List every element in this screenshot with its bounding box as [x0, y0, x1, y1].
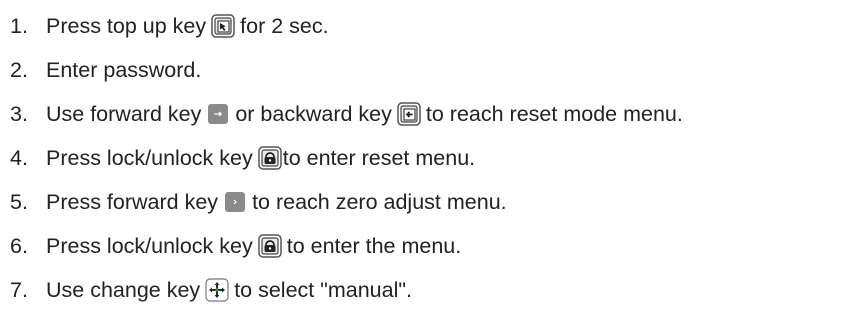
- change-key-icon: [205, 278, 229, 302]
- step-number: 4.: [10, 146, 28, 170]
- forward-key-icon: [223, 190, 247, 214]
- step-text: Press top up key: [46, 14, 207, 38]
- step-text: Press forward key: [46, 190, 219, 214]
- step-number: 3.: [10, 102, 28, 126]
- step-2: 2. Enter password.: [10, 56, 201, 84]
- step-1: 1. Press top up key for 2 sec.: [10, 12, 329, 40]
- lock-unlock-key-icon: [257, 234, 282, 258]
- step-number: 1.: [10, 14, 28, 38]
- step-number: 7.: [10, 278, 28, 302]
- step-text: to reach reset mode menu.: [425, 102, 683, 126]
- step-4: 4. Press lock/unlock key to enter reset …: [10, 144, 475, 172]
- step-number: 2.: [10, 58, 28, 82]
- step-text: to enter the menu.: [286, 234, 462, 258]
- step-text: Use forward key: [46, 102, 202, 126]
- step-5: 5. Press forward key to reach zero adjus…: [10, 188, 507, 216]
- step-text: for 2 sec.: [240, 14, 329, 38]
- lock-unlock-key-icon: [257, 146, 282, 170]
- step-text: Use change key: [46, 278, 201, 302]
- step-text: Press lock/unlock key: [46, 146, 253, 170]
- step-text: to reach zero adjust menu.: [252, 190, 507, 214]
- step-7: 7. Use change key to select "manual".: [10, 276, 412, 304]
- step-text: Enter password.: [46, 58, 202, 82]
- backward-key-icon: [397, 102, 421, 126]
- step-text: to select "manual".: [234, 278, 412, 302]
- step-number: 6.: [10, 234, 28, 258]
- instruction-list: 1. Press top up key for 2 sec. 2. Enter …: [0, 0, 846, 314]
- step-text: Press lock/unlock key: [46, 234, 253, 258]
- step-3: 3. Use forward key or backward key to re…: [10, 100, 683, 128]
- step-text: or backward key: [235, 102, 392, 126]
- step-number: 5.: [10, 190, 28, 214]
- top-up-key-icon: [211, 14, 235, 38]
- step-text: to enter reset menu.: [282, 146, 476, 170]
- forward-key-icon: [206, 102, 230, 126]
- step-6: 6. Press lock/unlock key to enter the me…: [10, 232, 461, 260]
